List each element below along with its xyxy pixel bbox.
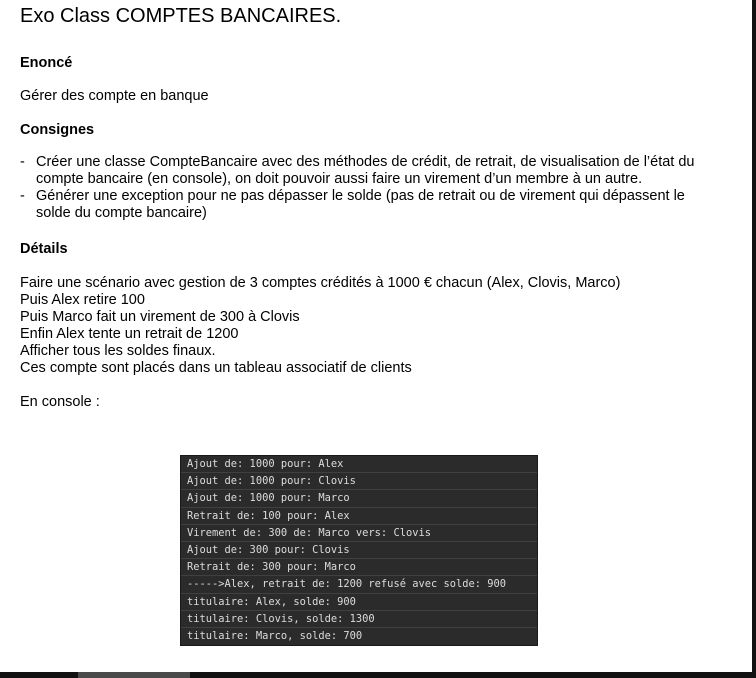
console-line: titulaire: Clovis, solde: 1300 [181,611,537,628]
console-line: Retrait de: 300 pour: Marco [181,559,537,577]
window-right-border [752,0,756,678]
consignes-list: - Créer une classe CompteBancaire avec d… [20,154,700,222]
details-heading: Détails [20,241,68,257]
console-line: Ajout de: 1000 pour: Clovis [181,473,537,491]
consigne-item: - Créer une classe CompteBancaire avec d… [20,154,700,188]
details-line: Enfin Alex tente un retrait de 1200 [20,326,239,342]
details-lines: Faire une scénario avec gestion de 3 com… [20,275,740,377]
details-line: Faire une scénario avec gestion de 3 com… [20,275,621,291]
page-title: Exo Class COMPTES BANCAIRES. [20,5,342,27]
console-label: En console : [20,394,100,410]
document-content: Exo Class COMPTES BANCAIRES. Enoncé Gére… [20,0,740,411]
console-line: titulaire: Marco, solde: 700 [187,629,363,642]
bottom-scroll-tab [78,672,190,678]
details-line: Ces compte sont placés dans un tableau a… [20,360,412,376]
console-line: Ajout de: 300 pour: Clovis [181,542,537,560]
details-line: Puis Marco fait un virement de 300 à Clo… [20,309,300,325]
console-line: ----->Alex, retrait de: 1200 refusé avec… [181,576,537,594]
details-line: Puis Alex retire 100 [20,292,145,308]
console-line: Retrait de: 100 pour: Alex [181,508,537,525]
console-line: Ajout de: 1000 pour: Alex [181,456,537,474]
console-output: Ajout de: 1000 pour: Alex Ajout de: 1000… [180,455,538,647]
console-line: titulaire: Alex, solde: 900 [181,594,537,611]
enonce-text: Gérer des compte en banque [20,88,209,104]
bullet-dash: - [20,188,25,204]
consigne-text: Créer une classe CompteBancaire avec des… [36,154,695,187]
consigne-item: - Générer une exception pour ne pas dépa… [20,188,700,222]
details-line: Afficher tous les soldes finaux. [20,343,216,359]
console-line: Virement de: 300 de: Marco vers: Clovis [181,525,537,542]
bullet-dash: - [20,154,25,170]
enonce-heading: Enoncé [20,55,73,71]
consigne-text: Générer une exception pour ne pas dépass… [36,188,685,221]
consignes-heading: Consignes [20,122,95,138]
document-page: Exo Class COMPTES BANCAIRES. Enoncé Gére… [0,0,752,672]
console-line: Ajout de: 1000 pour: Marco [181,490,537,508]
